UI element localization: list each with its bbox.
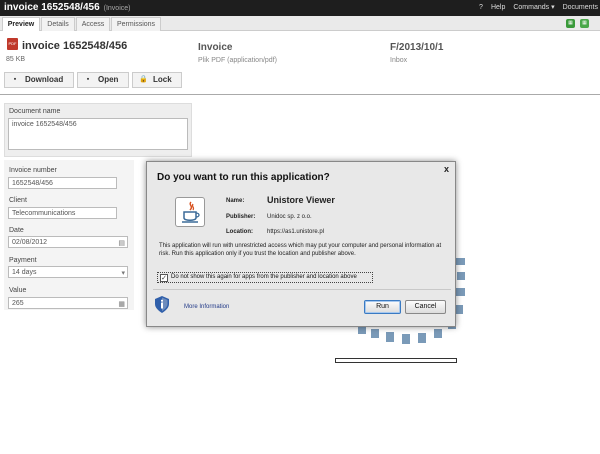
open-label: Open — [98, 75, 119, 84]
spinner-segment — [418, 333, 426, 343]
run-button[interactable]: Run — [364, 300, 401, 314]
window-title-text: invoice 1652548/456 — [4, 2, 100, 13]
lock-button[interactable]: 🔒 Lock — [132, 72, 182, 88]
open-icon: ▪ — [86, 76, 90, 83]
calendar-icon[interactable]: ▤ — [118, 238, 125, 249]
client-label: Client — [9, 197, 27, 204]
payment-select[interactable]: 14 days ▾ — [8, 266, 128, 278]
spinner-segment — [386, 332, 394, 342]
spinner-segment — [371, 329, 379, 338]
spinner-segment — [456, 305, 463, 314]
download-icon: ▪ — [13, 76, 17, 83]
date-value: 02/08/2012 — [12, 239, 48, 246]
more-information-link[interactable]: More Information — [184, 304, 229, 310]
document-type: Invoice — [198, 42, 233, 53]
shield-info-icon — [155, 296, 169, 313]
dialog-title: Do you want to run this application? — [157, 172, 330, 183]
tab-preview[interactable]: Preview — [2, 17, 40, 31]
value-amount: 265 — [12, 300, 24, 307]
client-field[interactable]: Telecommunications — [8, 207, 117, 219]
document-name-field[interactable]: invoice 1652548/456 — [8, 118, 188, 150]
date-label: Date — [9, 227, 24, 234]
top-menu: ? Help Commands ▾ Documents — [479, 3, 598, 12]
payment-label: Payment — [9, 257, 37, 264]
do-not-show-again-row[interactable]: ✓ Do not show this again for apps from t… — [157, 272, 373, 283]
app-name: Unistore Viewer — [267, 195, 335, 205]
calculator-icon[interactable]: ▦ — [118, 299, 125, 310]
progress-bar — [335, 358, 457, 363]
name-label: Name: — [226, 198, 245, 204]
security-warning: This application will run with unrestric… — [159, 243, 442, 257]
location-label: Location: — [226, 229, 253, 235]
commands-menu[interactable]: Commands ▾ — [513, 3, 554, 11]
invoice-number-field[interactable]: 1652548/456 — [8, 177, 117, 189]
download-button[interactable]: ▪ Download — [4, 72, 74, 88]
value-label: Value — [9, 287, 27, 294]
document-location: Inbox — [390, 57, 408, 64]
spinner-segment — [402, 334, 410, 344]
spinner-segment — [456, 258, 465, 265]
document-size: 85 KB — [6, 56, 26, 63]
document-folder: F/2013/10/1 — [390, 42, 444, 53]
document-mime: Plik PDF (application/pdf) — [198, 57, 277, 64]
publisher-value: Unidoc sp. z o.o. — [267, 214, 312, 220]
download-label: Download — [25, 75, 64, 84]
date-field[interactable]: 02/08/2012 ▤ — [8, 236, 128, 248]
spinner-segment — [358, 326, 366, 334]
payment-value: 14 days — [12, 269, 37, 276]
open-button[interactable]: ▪ Open — [77, 72, 129, 88]
lock-icon: 🔒 — [139, 76, 148, 83]
location-value: https://as1.unistore.pl — [267, 229, 325, 235]
document-name-label: Document name — [9, 108, 61, 115]
document-title: invoice 1652548/456 — [22, 40, 128, 52]
cancel-button[interactable]: Cancel — [405, 300, 446, 314]
tab-strip: Preview Details Access Permissions ▦ ▦ — [0, 16, 600, 31]
tab-details[interactable]: Details — [41, 17, 75, 31]
green-grid-icon[interactable]: ▦ — [580, 19, 589, 28]
info-menu[interactable]: ? — [479, 4, 483, 11]
spinner-segment — [456, 288, 465, 296]
documents-menu[interactable]: Documents — [563, 4, 598, 11]
do-not-show-again-label: Do not show this again for apps from the… — [171, 274, 357, 280]
chevron-down-icon: ▾ — [121, 270, 125, 277]
value-field[interactable]: 265 ▦ — [8, 297, 128, 309]
do-not-show-again-checkbox[interactable]: ✓ — [160, 274, 168, 282]
green-action-icon[interactable]: ▦ — [566, 19, 575, 28]
invoice-number-label: Invoice number — [9, 167, 57, 174]
spinner-segment — [434, 329, 442, 338]
pdf-icon: PDF — [7, 38, 18, 50]
close-icon[interactable]: x — [444, 164, 449, 174]
security-dialog: Do you want to run this application? x N… — [146, 161, 456, 327]
dialog-divider — [153, 289, 451, 290]
window-subtitle: (Invoice) — [103, 5, 131, 12]
publisher-label: Publisher: — [226, 214, 256, 220]
title-bar: invoice 1652548/456 (Invoice) ? Help Comm… — [0, 0, 600, 16]
tab-permissions[interactable]: Permissions — [111, 17, 161, 31]
help-menu[interactable]: Help — [491, 4, 505, 11]
tab-access[interactable]: Access — [76, 17, 110, 31]
window-title: invoice 1652548/456 (Invoice) — [4, 2, 130, 13]
spinner-segment — [457, 272, 465, 280]
java-icon — [175, 197, 205, 227]
lock-label: Lock — [153, 75, 172, 84]
